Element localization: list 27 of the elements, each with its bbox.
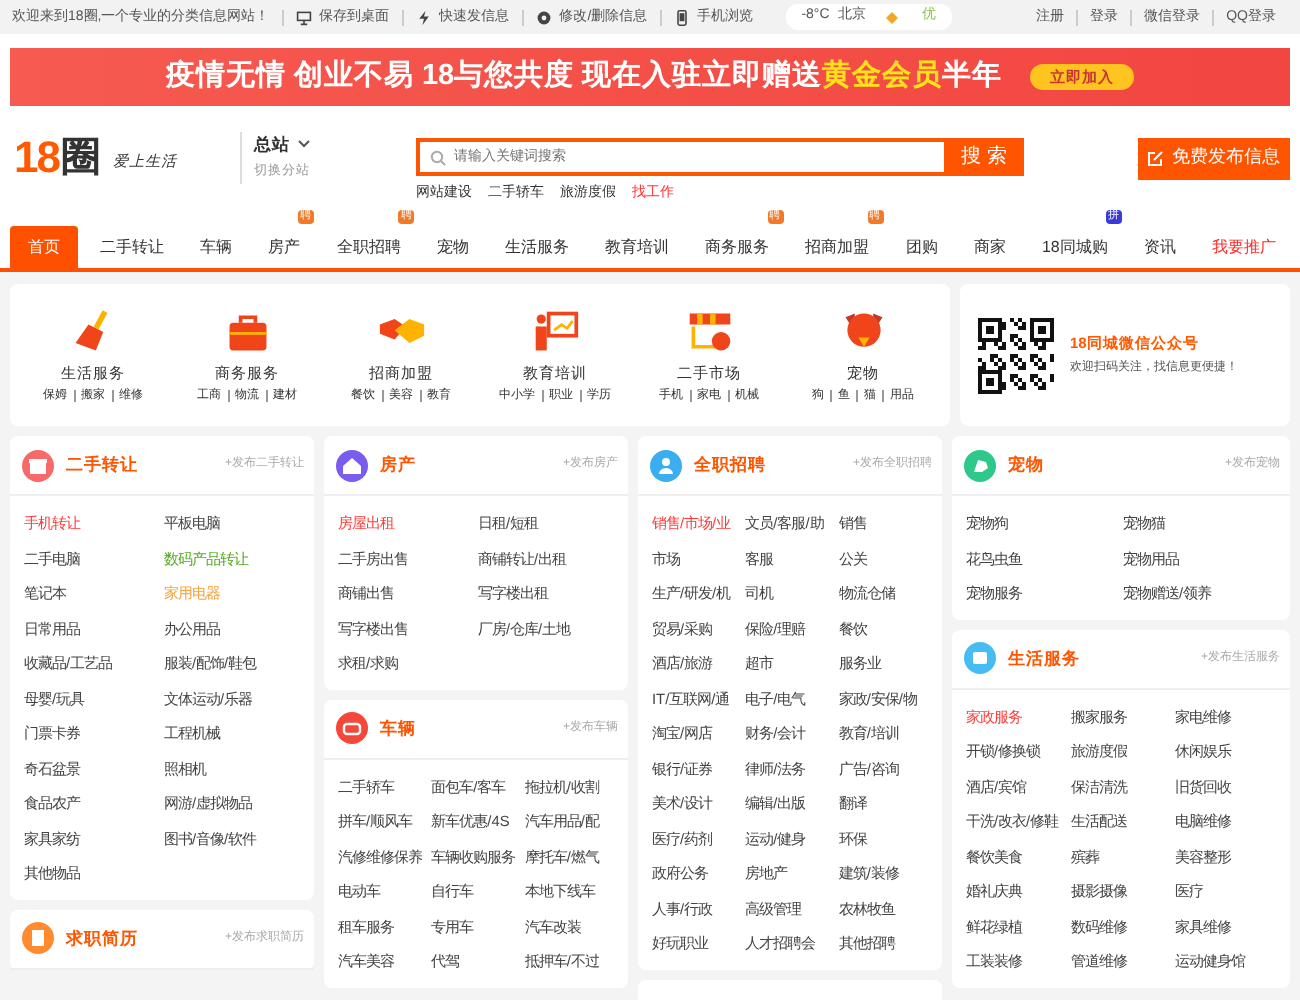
monitor-icon — [295, 9, 312, 25]
nav-tab[interactable]: 教育培训 — [591, 226, 684, 268]
edit-icon — [1148, 150, 1164, 166]
nav-tab[interactable]: 车辆 — [186, 226, 247, 268]
nav-tab[interactable]: 宠物 — [422, 226, 483, 268]
banner-headline: 疫情无情 创业不易 18与您共度 现在入驻立即赠送黄金会员半年 — [165, 56, 1003, 96]
section-title: 车辆 — [380, 715, 416, 741]
nav-tab[interactable]: 商家 — [959, 226, 1020, 268]
caret-icon[interactable] — [298, 140, 310, 149]
search-icon — [430, 149, 446, 166]
nav-tab[interactable]: 团购 — [891, 226, 952, 268]
nav-tab[interactable]: 我要推广 — [1198, 226, 1290, 268]
section-title: 生活服务 — [1008, 645, 1080, 671]
section-title: 全职招聘 — [694, 452, 766, 478]
nav-tab[interactable]: 生活服务 — [490, 226, 583, 268]
phone-icon — [673, 9, 690, 25]
section-title: 宠物 — [1008, 452, 1044, 478]
qr-code — [978, 317, 1054, 393]
settings-icon — [535, 9, 552, 25]
section-title: 求职简历 — [66, 925, 138, 951]
section-title: 房产 — [380, 452, 416, 478]
nav-tab[interactable]: 资讯 — [1129, 226, 1190, 268]
diamond-icon — [885, 11, 898, 23]
nav-tab[interactable]: 二手转让 — [86, 226, 179, 268]
bolt-icon — [415, 9, 432, 25]
station-name: 总站 — [254, 132, 290, 158]
section-title: 二手转让 — [66, 452, 138, 478]
